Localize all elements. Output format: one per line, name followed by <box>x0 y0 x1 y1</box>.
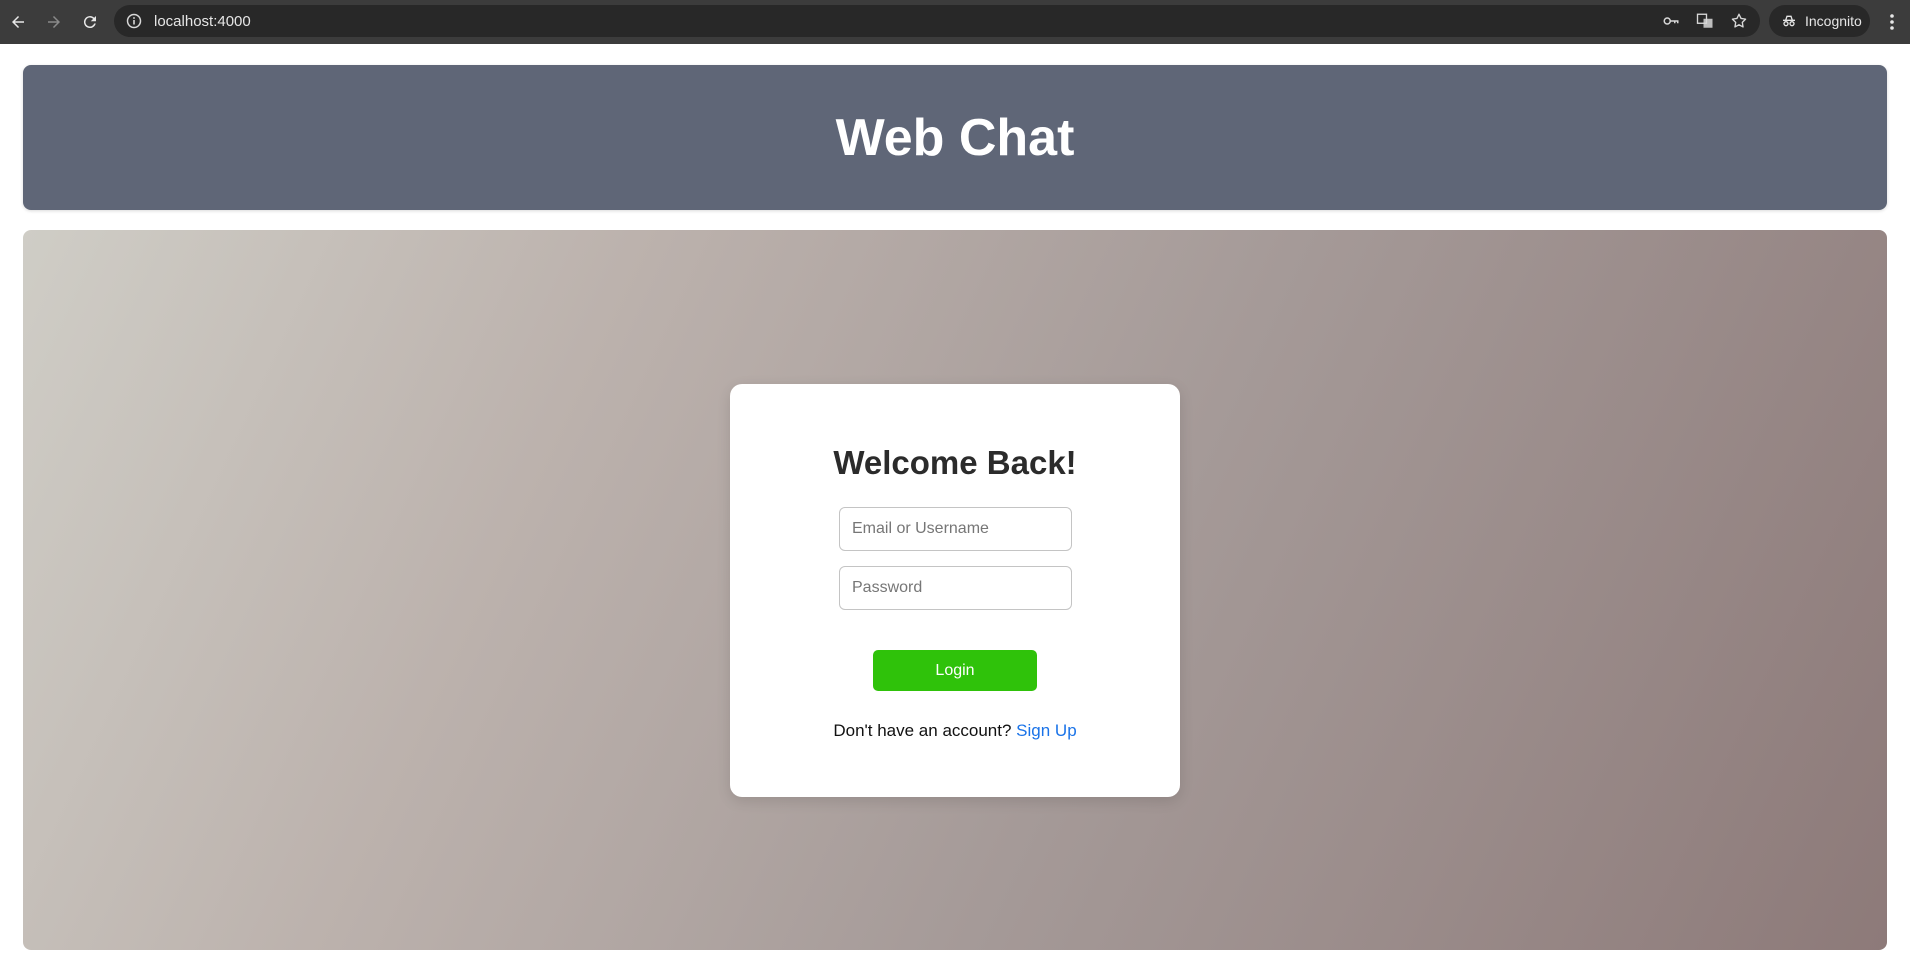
reload-button[interactable] <box>72 4 108 40</box>
incognito-indicator[interactable]: Incognito <box>1769 5 1870 37</box>
more-menu-icon <box>1890 14 1894 30</box>
incognito-label: Incognito <box>1805 13 1862 29</box>
site-info-icon <box>126 13 142 29</box>
password-key-icon[interactable] <box>1660 10 1682 32</box>
reload-icon <box>83 16 96 29</box>
forward-arrow-icon <box>48 16 60 28</box>
bookmark-star-icon[interactable] <box>1728 10 1750 32</box>
login-title: Welcome Back! <box>833 444 1077 481</box>
address-bar[interactable]: localhost:4000 <box>114 5 1760 37</box>
incognito-icon <box>1783 15 1795 27</box>
back-arrow-icon <box>12 16 24 28</box>
translate-icon[interactable] <box>1694 10 1716 32</box>
email-username-input[interactable] <box>839 507 1072 551</box>
login-card: Welcome Back! Login Don't have an accoun… <box>730 384 1180 797</box>
url-text[interactable]: localhost:4000 <box>154 13 251 30</box>
more-menu-button[interactable] <box>1882 8 1902 36</box>
password-input[interactable] <box>839 566 1072 610</box>
app-title: Web Chat <box>835 108 1075 167</box>
browser-toolbar: localhost:4000 Incognito <box>0 0 1910 44</box>
back-button[interactable] <box>0 4 36 40</box>
login-button[interactable]: Login <box>873 650 1037 691</box>
app-header: Web Chat <box>23 65 1887 210</box>
signup-prompt-line: Don't have an account? Sign Up <box>730 721 1180 741</box>
signup-prompt-text: Don't have an account? <box>833 721 1012 740</box>
signup-link[interactable]: Sign Up <box>1016 721 1076 740</box>
site-info-button[interactable] <box>118 5 150 37</box>
forward-button[interactable] <box>36 4 72 40</box>
